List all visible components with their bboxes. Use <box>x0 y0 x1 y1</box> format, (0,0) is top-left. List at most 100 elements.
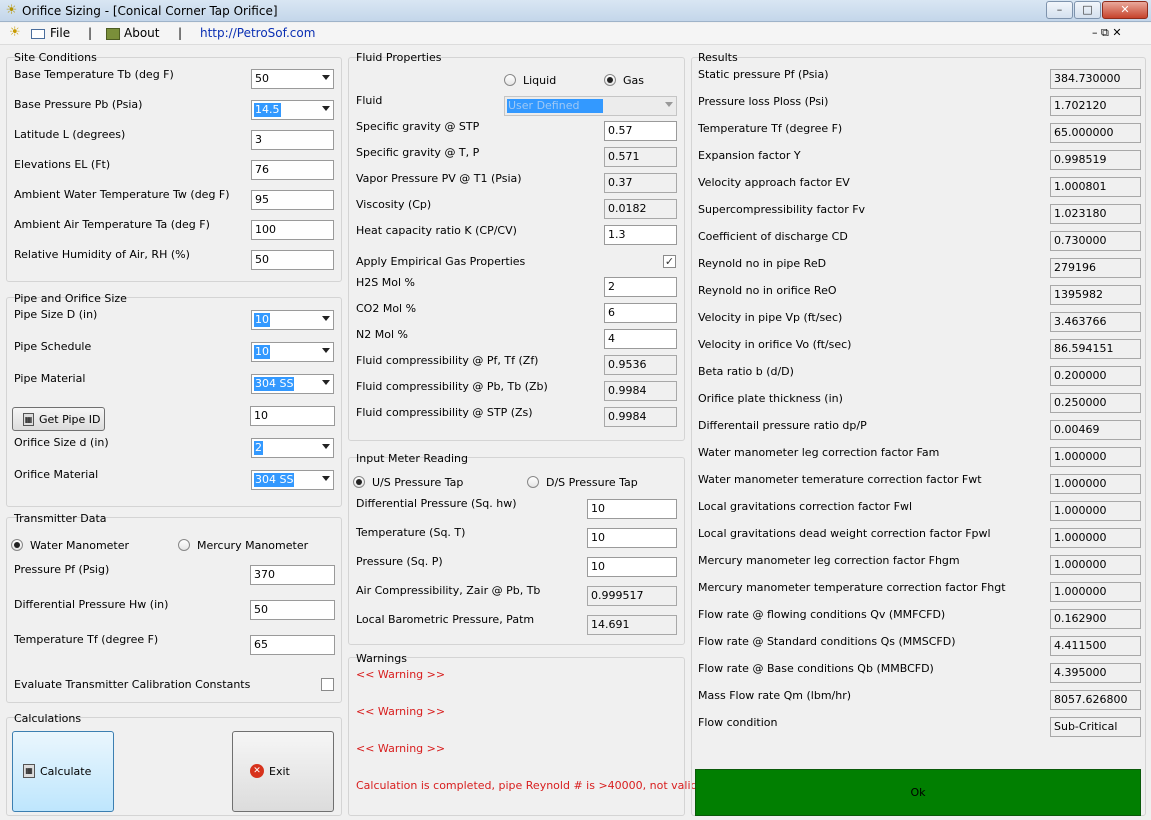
elevation-input[interactable]: 76 <box>251 160 334 180</box>
result-label: Reynold no in pipe ReD <box>698 257 827 270</box>
get-pipe-id-label: Get Pipe ID <box>39 413 101 426</box>
us-tap-radio[interactable] <box>353 476 365 488</box>
results-title: Results <box>698 51 738 64</box>
empirical-label: Apply Empirical Gas Properties <box>356 255 526 268</box>
empirical-checkbox[interactable]: ✓ <box>663 255 676 268</box>
calculate-button[interactable]: ▦ Calculate <box>12 731 114 812</box>
zair-output: 0.999517 <box>587 586 677 606</box>
base-temp-select[interactable]: 50 <box>251 69 334 89</box>
water-temp-label: Ambient Water Temperature Tw (deg F) <box>14 188 230 201</box>
pipe-size-label: Pipe Size D (in) <box>14 308 98 321</box>
pipe-material-select[interactable]: 304 SS <box>251 374 334 394</box>
result-label: Reynold no in orifice ReO <box>698 284 837 297</box>
app-sun-icon: ☀ <box>5 3 18 18</box>
vapor-label: Vapor Pressure PV @ T1 (Psia) <box>356 172 522 185</box>
water-temp-input[interactable]: 95 <box>251 190 334 210</box>
result-value: 4.395000 <box>1050 663 1141 683</box>
calculator-icon: ▦ <box>23 413 34 426</box>
orifice-size-select[interactable]: 2 <box>251 438 334 458</box>
heat-ratio-label: Heat capacity ratio K (CP/CV) <box>356 224 517 237</box>
evaluate-checkbox[interactable] <box>321 678 334 691</box>
ok-button[interactable]: Ok <box>695 769 1141 816</box>
ds-tap-radio[interactable] <box>527 476 539 488</box>
result-label: Mercury manometer temperature correction… <box>698 581 1006 594</box>
vapor-output: 0.37 <box>604 173 677 193</box>
menu-separator: | <box>178 26 183 40</box>
pipe-orifice-title: Pipe and Orifice Size <box>14 292 127 305</box>
calculations-title: Calculations <box>14 712 82 725</box>
result-label: Supercompressibility factor Fv <box>698 203 866 216</box>
result-label: Local gravitations correction factor Fwl <box>698 500 913 513</box>
co2-input[interactable]: 6 <box>604 303 677 323</box>
result-label: Static pressure Pf (Psia) <box>698 68 829 81</box>
result-value: 1.000801 <box>1050 177 1141 197</box>
menu-file[interactable]: File <box>50 26 70 40</box>
pipe-schedule-select[interactable]: 10 <box>251 342 334 362</box>
gas-label: Gas <box>623 74 644 87</box>
humidity-label: Relative Humidity of Air, RH (%) <box>14 248 190 261</box>
transmitter-title: Transmitter Data <box>14 512 107 525</box>
humidity-input[interactable]: 50 <box>251 250 334 270</box>
calculation-message: Calculation is completed, pipe Reynold #… <box>356 779 698 792</box>
menu-bar: ☀ File | About | http://PetroSof.com – ⧉… <box>0 23 1151 45</box>
air-temp-input[interactable]: 100 <box>251 220 334 240</box>
pf-input[interactable]: 370 <box>250 565 335 585</box>
calculator-icon: ▦ <box>23 764 35 778</box>
result-value: 8057.626800 <box>1050 690 1141 710</box>
heat-ratio-input[interactable]: 1.3 <box>604 225 677 245</box>
fluid-select[interactable]: User Defined <box>504 96 677 116</box>
pipe-id-input[interactable]: 10 <box>250 406 335 426</box>
tf-input[interactable]: 65 <box>250 635 335 655</box>
chevron-down-icon <box>322 348 330 353</box>
result-value: 1395982 <box>1050 285 1141 305</box>
evaluate-label: Evaluate Transmitter Calibration Constan… <box>14 678 251 691</box>
mercury-manometer-radio[interactable] <box>178 539 190 551</box>
result-label: Beta ratio b (d/D) <box>698 365 794 378</box>
sg-stp-input[interactable]: 0.57 <box>604 121 677 141</box>
result-label: Flow condition <box>698 716 778 729</box>
minimize-button[interactable]: – <box>1046 1 1073 19</box>
result-label: Flow rate @ Standard conditions Qs (MMSC… <box>698 635 956 648</box>
result-value: 0.998519 <box>1050 150 1141 170</box>
liquid-label: Liquid <box>523 74 557 87</box>
petrosof-link[interactable]: http://PetroSof.com <box>200 26 315 40</box>
result-value: 65.000000 <box>1050 123 1141 143</box>
meter-dp-input[interactable]: 10 <box>587 499 677 519</box>
result-value: 0.162900 <box>1050 609 1141 629</box>
latitude-label: Latitude L (degrees) <box>14 128 126 141</box>
meter-press-input[interactable]: 10 <box>587 557 677 577</box>
chevron-down-icon <box>322 444 330 449</box>
result-label: Expansion factor Y <box>698 149 801 162</box>
exit-button[interactable]: ✕ Exit <box>232 731 334 812</box>
base-pressure-select[interactable]: 14.5 <box>251 100 334 120</box>
chevron-down-icon <box>322 476 330 481</box>
result-label: Orifice plate thickness (in) <box>698 392 843 405</box>
pipe-schedule-label: Pipe Schedule <box>14 340 92 353</box>
warning-text: << Warning >> <box>356 742 446 755</box>
result-label: Local gravitations dead weight correctio… <box>698 527 991 540</box>
result-value: 1.000000 <box>1050 528 1141 548</box>
orifice-size-label: Orifice Size d (in) <box>14 436 109 449</box>
latitude-input[interactable]: 3 <box>251 130 334 150</box>
hw-input[interactable]: 50 <box>250 600 335 620</box>
meter-temp-input[interactable]: 10 <box>587 528 677 548</box>
h2s-input[interactable]: 2 <box>604 277 677 297</box>
pipe-size-select[interactable]: 10 <box>251 310 334 330</box>
liquid-radio[interactable] <box>504 74 516 86</box>
water-manometer-radio[interactable] <box>11 539 23 551</box>
sun-icon: ☀ <box>9 25 21 40</box>
maximize-button[interactable]: □ <box>1074 1 1101 19</box>
get-pipe-id-button[interactable]: ▦ Get Pipe ID <box>12 407 105 431</box>
orifice-material-label: Orifice Material <box>14 468 99 481</box>
meter-reading-title: Input Meter Reading <box>356 452 468 465</box>
close-button[interactable]: ✕ <box>1102 1 1148 19</box>
warning-text: << Warning >> <box>356 668 446 681</box>
gas-radio[interactable] <box>604 74 616 86</box>
hw-label: Differential Pressure Hw (in) <box>14 598 169 611</box>
menu-about[interactable]: About <box>124 26 159 40</box>
n2-input[interactable]: 4 <box>604 329 677 349</box>
orifice-material-select[interactable]: 304 SS <box>251 470 334 490</box>
result-label: Water manometer temerature correction fa… <box>698 473 982 486</box>
mdi-window-controls[interactable]: – ⧉ ✕ <box>1092 26 1122 40</box>
result-label: Coefficient of discharge CD <box>698 230 848 243</box>
